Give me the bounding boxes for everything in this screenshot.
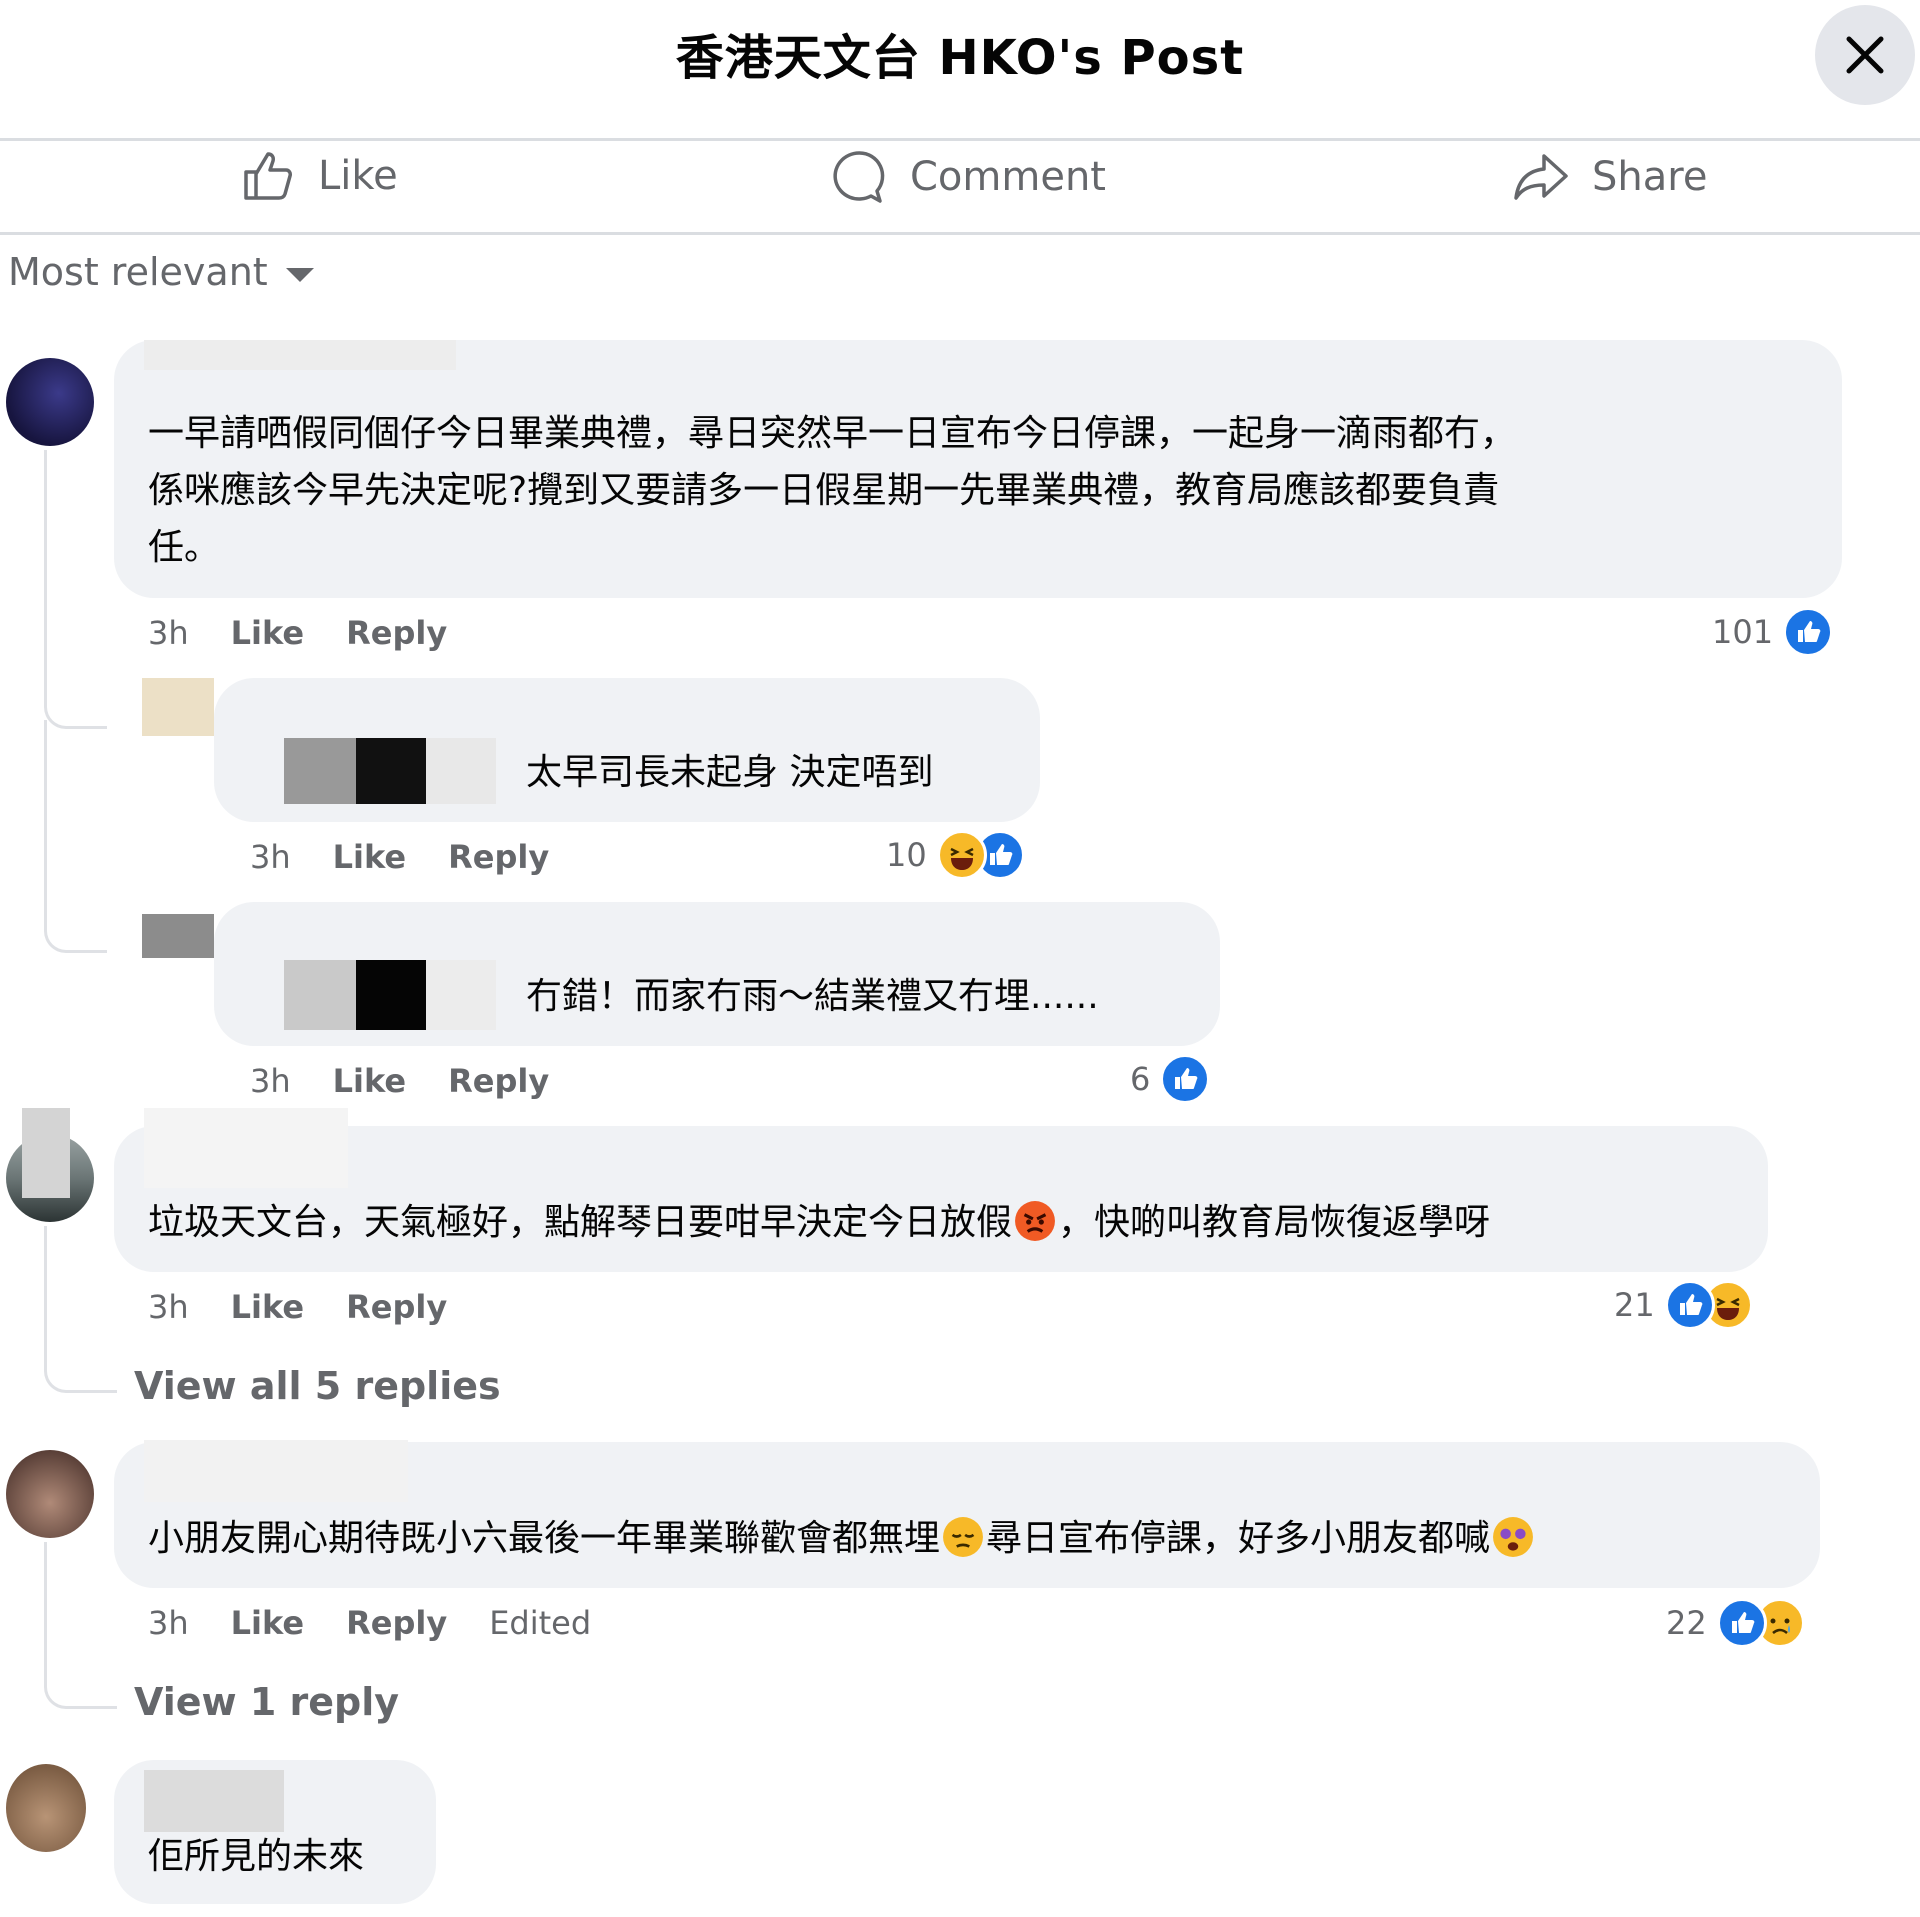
like-reaction-icon: [1783, 607, 1834, 657]
comment-like-button[interactable]: Like: [231, 1604, 304, 1642]
close-icon: [1846, 36, 1884, 74]
comment-text-line: 垃圾天文台，天氣極好，點解琴日要咁早決定今日放假 ，快啲叫教育局恢復返學呀: [148, 1194, 1748, 1251]
reaction-count: 101: [1712, 613, 1774, 651]
pensive-emoji-icon: [943, 1517, 983, 1557]
like-action-button[interactable]: Like: [240, 148, 398, 204]
reply-text: 冇錯！而家冇雨～結業禮又冇埋......: [526, 976, 1099, 1017]
comment-text: 佢所見的未來: [148, 1836, 365, 1877]
comment-reply-button[interactable]: Reply: [346, 614, 447, 652]
comment-text: 尋日宣布停課，好多小朋友都喊: [986, 1518, 1491, 1559]
redacted-name: [144, 1770, 284, 1832]
avatar[interactable]: [142, 914, 214, 958]
like-reaction-icon: [1716, 1598, 1767, 1648]
reply-time[interactable]: 3h: [250, 1062, 291, 1100]
reply-meta: 3h Like Reply: [250, 838, 549, 876]
reaction-count: 6: [1130, 1060, 1151, 1098]
sort-label: Most relevant: [8, 250, 268, 294]
comment-text: 垃圾天文台，天氣極好，點解琴日要咁早決定今日放假: [148, 1202, 1013, 1243]
redacted-name: [284, 960, 356, 1030]
comment-icon: [833, 151, 885, 203]
reaction-summary[interactable]: 22: [1666, 1598, 1805, 1648]
reply-meta: 3h Like Reply: [250, 1062, 549, 1100]
comment-time[interactable]: 3h: [148, 614, 189, 652]
comment-action-label: Comment: [910, 154, 1106, 200]
thread-line: [44, 720, 107, 953]
haha-reaction-icon: [936, 830, 987, 880]
avatar[interactable]: [6, 358, 94, 446]
reaction-summary[interactable]: 101: [1712, 607, 1834, 657]
share-icon: [1514, 154, 1568, 200]
comment-time[interactable]: 3h: [148, 1604, 189, 1642]
dizzy-face-emoji-icon: [1493, 1517, 1533, 1557]
avatar[interactable]: [6, 1450, 94, 1538]
redacted-name: [144, 1108, 348, 1188]
comment-text: 小朋友開心期待既小六最後一年畢業聯歡會都無埋: [148, 1518, 941, 1559]
comment-text: ，快啲叫教育局恢復返學呀: [1058, 1202, 1491, 1243]
reply-time[interactable]: 3h: [250, 838, 291, 876]
redacted-name: [144, 340, 456, 370]
thread-line: [44, 450, 107, 729]
comment-meta: 3h Like Reply Edited: [148, 1604, 591, 1642]
comment-meta: 3h Like Reply: [148, 614, 447, 652]
avatar[interactable]: [6, 1764, 86, 1852]
reply-like-button[interactable]: Like: [333, 838, 406, 876]
divider: [0, 232, 1920, 235]
reaction-summary[interactable]: 6: [1130, 1054, 1211, 1104]
redacted-name: [356, 738, 426, 804]
redacted-name: [426, 960, 496, 1030]
redacted-name: [144, 1440, 408, 1502]
like-reaction-icon: [1160, 1054, 1211, 1104]
reaction-summary[interactable]: 21: [1614, 1280, 1753, 1330]
reply-text: 太早司長未起身 決定唔到: [526, 752, 934, 793]
avatar[interactable]: [142, 678, 214, 736]
comment-reply-button[interactable]: Reply: [346, 1604, 447, 1642]
caret-down-icon: [285, 268, 314, 282]
reaction-count: 21: [1614, 1286, 1655, 1324]
share-action-button[interactable]: Share: [1512, 148, 1707, 206]
reaction-count: 10: [886, 836, 927, 874]
comment-reply-button[interactable]: Reply: [346, 1288, 447, 1326]
comment-time[interactable]: 3h: [148, 1288, 189, 1326]
redacted-name: [426, 738, 496, 804]
reply-reply-button[interactable]: Reply: [448, 1062, 549, 1100]
comment-like-button[interactable]: Like: [231, 1288, 304, 1326]
thread-line: [44, 1542, 117, 1709]
view-replies-link[interactable]: View all 5 replies: [134, 1364, 501, 1408]
comment-meta: 3h Like Reply: [148, 1288, 447, 1326]
comment-text: 一早請哂假同個仔今日畢業典禮，尋日突然早一日宣布今日停課，一起身一滴雨都冇， 係…: [148, 413, 1517, 568]
reaction-count: 22: [1666, 1604, 1707, 1642]
reaction-summary[interactable]: 10: [886, 830, 1025, 880]
reply-reply-button[interactable]: Reply: [448, 838, 549, 876]
view-replies-link[interactable]: View 1 reply: [134, 1680, 399, 1724]
comment-like-button[interactable]: Like: [231, 614, 304, 652]
angry-emoji-icon: [1015, 1201, 1055, 1241]
dialog-title: 香港天文台 HKO's Post: [675, 30, 1245, 86]
redacted-name: [284, 738, 356, 804]
redacted-name: [22, 1108, 70, 1198]
sort-dropdown[interactable]: Most relevant: [8, 250, 314, 294]
edited-label[interactable]: Edited: [489, 1604, 591, 1642]
reply-like-button[interactable]: Like: [333, 1062, 406, 1100]
share-action-label: Share: [1592, 154, 1708, 200]
comment-action-button[interactable]: Comment: [830, 148, 1106, 206]
thread-line: [44, 1226, 117, 1393]
like-reaction-icon: [1664, 1280, 1715, 1330]
like-action-label: Like: [318, 153, 398, 199]
divider: [0, 138, 1920, 141]
redacted-name: [356, 960, 426, 1030]
comment-text-line: 小朋友開心期待既小六最後一年畢業聯歡會都無埋 尋日宣布停課，好多小朋友都喊: [148, 1510, 1808, 1567]
close-button[interactable]: [1815, 5, 1915, 105]
thumbs-up-icon: [244, 152, 292, 200]
